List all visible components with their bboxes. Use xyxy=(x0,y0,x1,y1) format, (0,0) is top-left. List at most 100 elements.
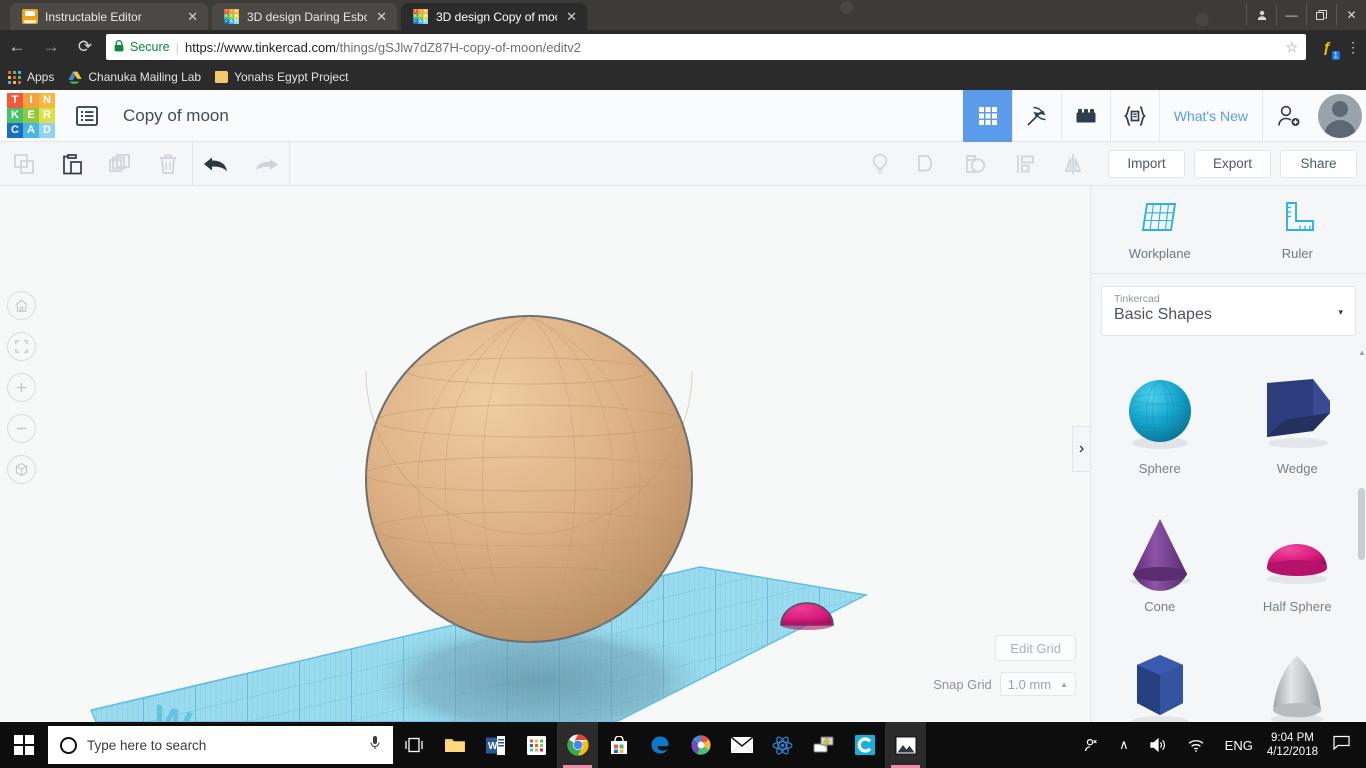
chrome-button[interactable] xyxy=(557,722,598,768)
bookmark-chanuka-mailing-lab[interactable]: Chanuka Mailing Lab xyxy=(68,70,201,84)
home-view-button[interactable] xyxy=(7,291,36,320)
scroll-up-icon[interactable]: ▲ xyxy=(1358,348,1366,357)
ruler-icon xyxy=(1286,202,1315,231)
tab-close-icon[interactable]: ✕ xyxy=(185,10,200,23)
extension-icon[interactable]: ƒ 1 xyxy=(1314,32,1340,62)
atom-app-button[interactable] xyxy=(762,722,803,768)
fit-brackets-icon xyxy=(15,340,28,353)
shapes-list[interactable]: Sphere Wedge Cone Half Sphere xyxy=(1091,346,1366,722)
workplane-tool[interactable]: Workplane xyxy=(1091,186,1229,273)
shape-sphere[interactable]: Sphere xyxy=(1091,346,1229,484)
copy-button[interactable] xyxy=(0,142,48,185)
forward-button[interactable]: → xyxy=(34,30,68,64)
snap-grid-select[interactable]: 1.0 mm ▲ xyxy=(999,672,1076,696)
mirror-button[interactable] xyxy=(1049,152,1097,176)
back-button[interactable]: ← xyxy=(0,30,34,64)
zoom-out-button[interactable] xyxy=(7,414,36,443)
tab-blocks[interactable] xyxy=(1060,89,1110,142)
shape-label: Half Sphere xyxy=(1262,599,1332,614)
remote-desktop-button[interactable] xyxy=(803,722,844,768)
invite-people-button[interactable] xyxy=(1262,89,1314,142)
paste-button[interactable] xyxy=(48,142,96,185)
search-input[interactable]: Type here to search xyxy=(48,726,393,764)
language-indicator[interactable]: ENG xyxy=(1215,738,1263,753)
whats-new-link[interactable]: What's New xyxy=(1158,89,1262,142)
design-canvas-area[interactable]: Workplane xyxy=(0,186,1366,722)
align-button[interactable] xyxy=(1001,152,1049,176)
shape-thumbnail xyxy=(1258,505,1336,591)
microsoft-store-button[interactable] xyxy=(598,722,639,768)
shape-half-sphere[interactable]: Half Sphere xyxy=(1229,484,1366,622)
group-button[interactable] xyxy=(904,152,952,176)
browser-tab-3[interactable]: TIN KER CAD 3D design Copy of moon ✕ xyxy=(401,3,587,30)
tab-close-icon[interactable]: ✕ xyxy=(374,10,389,23)
panel-scrollbar[interactable]: ▲ xyxy=(1358,348,1366,716)
tab-close-icon[interactable]: ✕ xyxy=(564,10,579,23)
avatar[interactable] xyxy=(1314,90,1366,142)
shape-wedge[interactable]: Wedge xyxy=(1229,346,1366,484)
bookmark-yonahs-egypt-project[interactable]: Yonahs Egypt Project xyxy=(215,70,348,84)
page-title[interactable]: Copy of moon xyxy=(123,106,229,126)
profile-icon[interactable] xyxy=(1246,4,1276,26)
restore-button[interactable] xyxy=(1306,4,1336,26)
light-button[interactable] xyxy=(856,152,904,176)
reload-button[interactable]: ⟳ xyxy=(68,30,102,64)
people-icon[interactable] xyxy=(1073,737,1109,753)
shape-cone[interactable]: Cone xyxy=(1091,484,1229,622)
file-explorer-button[interactable] xyxy=(434,722,475,768)
duplicate-button[interactable] xyxy=(96,142,144,185)
start-button[interactable] xyxy=(0,722,48,768)
browser-tab-2[interactable]: TIN KER CAD 3D design Daring Esboo ✕ xyxy=(212,3,397,30)
import-button[interactable]: Import xyxy=(1108,149,1185,178)
browser-menu-icon[interactable]: ⋮ xyxy=(1340,39,1366,56)
delete-button[interactable] xyxy=(144,142,192,185)
extension-badge-count: 1 xyxy=(1331,51,1340,60)
ruler-tool[interactable]: Ruler xyxy=(1229,186,1366,273)
undo-button[interactable] xyxy=(193,142,241,185)
shape-label: Wedge xyxy=(1276,461,1318,476)
tinkercad-logo[interactable]: TIN KER CAD xyxy=(7,93,55,138)
photos-button[interactable] xyxy=(885,722,926,768)
redo-button[interactable] xyxy=(241,142,289,185)
address-bar[interactable]: Secure | https://www.tinkercad.com/thing… xyxy=(106,34,1306,60)
app-header: TIN KER CAD Copy of moon What's New xyxy=(0,89,1366,142)
share-button[interactable]: Share xyxy=(1280,149,1357,178)
shape-paraboloid[interactable]: Paraboloid xyxy=(1229,622,1366,722)
browser-tab-1[interactable]: Instructable Editor ✕ xyxy=(10,3,208,30)
close-button[interactable]: ✕ xyxy=(1336,4,1366,26)
scrollbar-thumb[interactable] xyxy=(1358,488,1365,560)
shape-thumbnail xyxy=(1121,505,1199,591)
tab-minecraft[interactable] xyxy=(1011,89,1061,142)
edit-grid-button[interactable]: Edit Grid xyxy=(995,635,1076,661)
collapse-panel-button[interactable]: › xyxy=(1072,426,1090,472)
bookmark-apps[interactable]: Apps xyxy=(8,70,54,84)
shape-library-select[interactable]: Tinkercad Basic Shapes ▾ xyxy=(1101,286,1356,336)
wifi-icon[interactable] xyxy=(1177,738,1215,753)
search-placeholder: Type here to search xyxy=(87,737,207,753)
microphone-icon[interactable] xyxy=(369,735,381,756)
picasa-button[interactable] xyxy=(680,722,721,768)
minimize-button[interactable]: — xyxy=(1276,4,1306,26)
shape-polygon[interactable]: Polygon xyxy=(1091,622,1229,722)
tab-codeblocks[interactable] xyxy=(1109,89,1159,142)
calculator-button[interactable] xyxy=(516,722,557,768)
edge-button[interactable] xyxy=(639,722,680,768)
tab-3d-designs[interactable] xyxy=(962,89,1012,142)
clock[interactable]: 9:04 PM 4/12/2018 xyxy=(1263,731,1327,759)
zoom-in-button[interactable] xyxy=(7,373,36,402)
ungroup-button[interactable] xyxy=(952,152,1000,176)
project-list-button[interactable] xyxy=(61,90,113,142)
orthographic-toggle-button[interactable] xyxy=(7,455,36,484)
action-center-icon[interactable] xyxy=(1327,735,1360,755)
word-button[interactable]: W xyxy=(475,722,516,768)
chevron-up-icon: ▲ xyxy=(1060,679,1068,689)
export-button[interactable]: Export xyxy=(1194,149,1271,178)
bookmark-star-icon[interactable]: ☆ xyxy=(1285,39,1298,56)
speaker-icon[interactable] xyxy=(1139,737,1177,753)
task-view-button[interactable] xyxy=(393,722,434,768)
chevron-up-icon[interactable]: ∧ xyxy=(1109,737,1139,753)
fit-view-button[interactable] xyxy=(7,332,36,361)
cura-button[interactable] xyxy=(844,722,885,768)
bookmarks-bar: Apps Chanuka Mailing Lab Yonahs Egypt Pr… xyxy=(0,64,1366,90)
mail-button[interactable] xyxy=(721,722,762,768)
